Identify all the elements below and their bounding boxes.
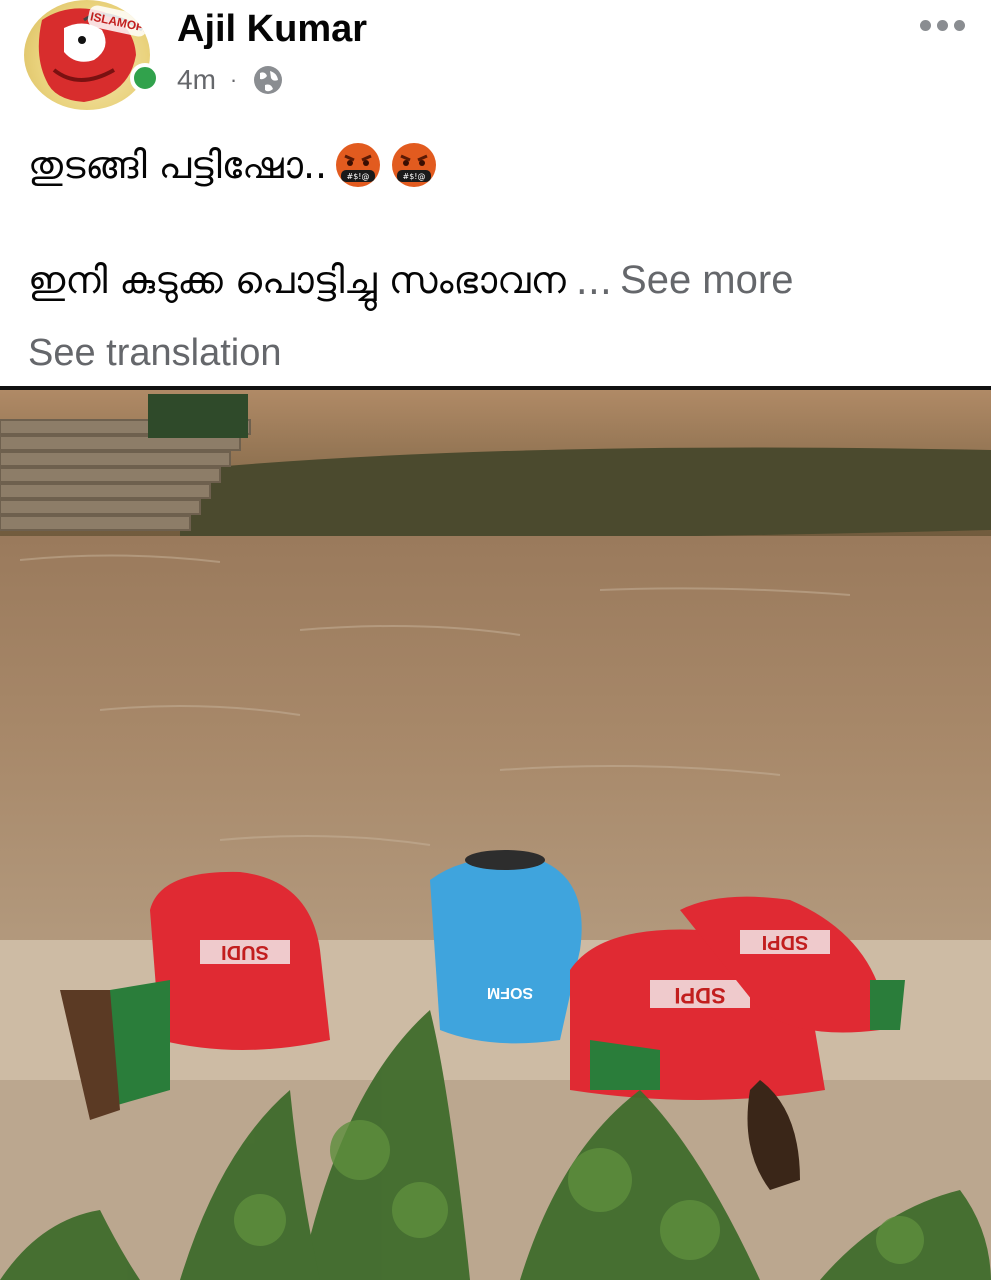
emoji-symbol-text: #$!@ (347, 172, 370, 181)
globe-icon[interactable] (251, 63, 285, 97)
post-text-line1: തുടങ്ങി പട്ടിഷോ.. #$!@ #$!@ (28, 140, 439, 190)
shirt-text: SUDI (221, 941, 269, 963)
see-more-link[interactable]: See more (620, 258, 793, 303)
angry-symbols-emoji-icon: #$!@ (392, 143, 437, 187)
post-text-line1-content: തുടങ്ങി പട്ടിഷോ.. (28, 142, 328, 187)
online-status-dot (130, 63, 160, 93)
post-photo[interactable]: SUDI SOFM SDPI SDPI (0, 386, 991, 1280)
avatar-dog-image: ISLAMOPH (38, 5, 150, 102)
post-timestamp[interactable]: 4m (177, 64, 216, 96)
shirt-text: SDPI (674, 983, 725, 1008)
more-dot-icon (919, 19, 931, 31)
more-dot-icon (936, 19, 948, 31)
meta-separator: · (229, 67, 238, 92)
shirt-text: SDPI (762, 931, 809, 953)
post-text-line2: ഇനി കുടുക്ക പൊട്ടിച്ചു സംഭാവന ... See mo… (28, 258, 793, 303)
shirt-text: SOFM (487, 984, 533, 1001)
angry-symbols-emoji-icon: #$!@ (336, 143, 381, 187)
post-header: ISLAMOPH Ajil Kumar 4m · (0, 0, 991, 120)
more-options-button[interactable] (917, 10, 967, 40)
river-photo-image: SUDI SOFM SDPI SDPI (0, 390, 991, 1280)
truncation-ellipsis: ... (575, 258, 613, 303)
post-meta: 4m · (177, 60, 285, 100)
see-translation-link[interactable]: See translation (28, 332, 282, 375)
more-dot-icon (953, 19, 965, 31)
author-name[interactable]: Ajil Kumar (177, 8, 367, 51)
emoji-symbol-text: #$!@ (403, 172, 426, 181)
post-text-line2-content: ഇനി കുടുക്ക പൊട്ടിച്ചു സംഭാവന (28, 258, 566, 302)
avatar[interactable]: ISLAMOPH (24, 0, 150, 110)
